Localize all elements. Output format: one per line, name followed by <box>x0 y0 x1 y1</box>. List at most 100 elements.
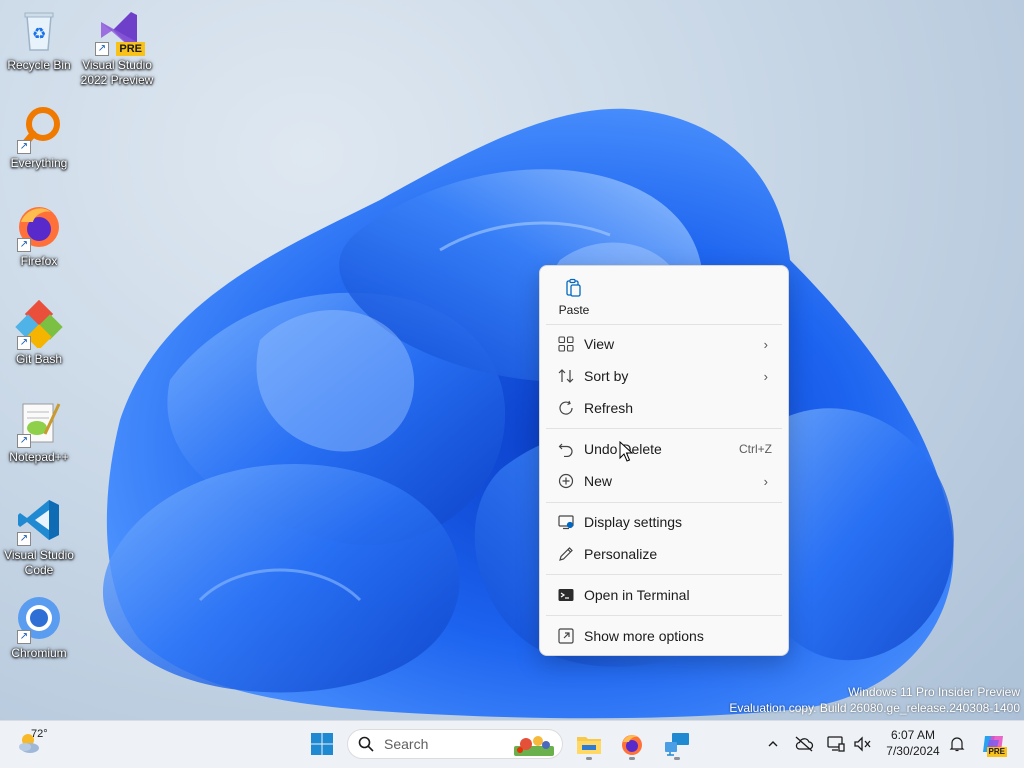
search-placeholder: Search <box>384 736 429 752</box>
git-bash-icon: ↗ <box>15 299 63 350</box>
firefox-icon <box>622 735 642 755</box>
pre-badge: PRE <box>116 42 145 56</box>
menu-item-sort-by[interactable]: Sort by › <box>544 361 784 391</box>
menu-item-view[interactable]: View › <box>544 329 784 359</box>
taskbar-firefox[interactable] <box>615 726 649 762</box>
running-indicator <box>674 757 680 760</box>
tray-onedrive[interactable] <box>792 726 816 762</box>
shortcut-arrow-icon: ↗ <box>17 532 31 546</box>
desktop-icon-label: Everything <box>10 156 68 170</box>
more-options-icon <box>544 628 584 644</box>
chevron-right-icon: › <box>763 368 768 384</box>
taskbar-clock[interactable]: 6:07 AM 7/30/2024 <box>880 727 946 759</box>
tray-sound[interactable] <box>850 726 874 762</box>
chevron-right-icon: › <box>763 336 768 352</box>
menu-item-undo-delete[interactable]: Undo Delete Ctrl+Z <box>544 434 784 464</box>
running-indicator <box>586 757 592 760</box>
file-explorer-icon <box>577 737 601 754</box>
menu-item-label: Display settings <box>584 514 683 530</box>
desktop-icon-recycle-bin[interactable]: ♻ Recycle Bin <box>0 6 78 73</box>
chromium-icon: ↗ <box>15 594 63 644</box>
menu-separator <box>546 502 782 503</box>
menu-item-label: Refresh <box>584 400 634 416</box>
desktop-icon-label: Chromium <box>11 646 67 660</box>
menu-item-label: Personalize <box>584 546 658 562</box>
bell-icon <box>949 737 965 752</box>
desktop-icon-notepad-plus-plus[interactable]: ↗ Notepad++ <box>0 398 78 465</box>
desktop-icon-vscode[interactable]: ↗ Visual Studio Code <box>0 496 78 578</box>
paste-icon <box>566 278 581 297</box>
start-button[interactable] <box>306 726 338 762</box>
menu-item-display-settings[interactable]: Display settings <box>544 507 784 537</box>
desktop-icon-everything[interactable]: ↗ Everything <box>0 104 78 171</box>
weather-temperature: 72° <box>31 728 48 740</box>
menu-item-show-more-options[interactable]: Show more options <box>544 621 784 651</box>
desktop-icon-chromium[interactable]: ↗ Chromium <box>0 594 78 661</box>
taskbar-search-box[interactable]: Search <box>347 729 563 759</box>
recycle-bin-icon: ♻ <box>15 6 63 54</box>
shortcut-arrow-icon: ↗ <box>17 238 31 252</box>
menu-item-refresh[interactable]: Refresh <box>544 393 784 423</box>
everything-search-icon: ↗ <box>15 104 63 154</box>
watermark-line-2: Evaluation copy. Build 26080.ge_release.… <box>729 701 1020 715</box>
menu-item-new[interactable]: New › <box>544 466 784 496</box>
shortcut-arrow-icon: ↗ <box>17 630 31 644</box>
taskbar-file-explorer[interactable] <box>572 726 606 762</box>
desktop-icon-label: Visual Studio 2022 Preview <box>80 58 154 87</box>
shortcut-arrow-icon: ↗ <box>17 434 31 448</box>
menu-separator <box>546 574 782 575</box>
start-icon <box>311 733 333 755</box>
clock-time: 6:07 AM <box>890 728 936 742</box>
desktop[interactable]: ♻ Recycle Bin PRE ↗ Visual Studio 2022 P… <box>0 0 1024 720</box>
pre-badge: PRE <box>986 747 1007 757</box>
running-indicator <box>629 757 635 760</box>
terminal-icon <box>544 587 584 603</box>
menu-separator <box>546 615 782 616</box>
sort-icon <box>544 368 584 384</box>
search-highlight-icon <box>514 736 554 756</box>
vscode-icon: ↗ <box>15 496 63 546</box>
paste-button[interactable]: Paste <box>552 276 596 324</box>
show-hidden-icons-button[interactable] <box>762 726 784 762</box>
menu-item-label: Undo Delete <box>584 441 662 457</box>
desktop-icon-label: Recycle Bin <box>7 58 71 72</box>
desktop-icon-label: Notepad++ <box>9 450 69 464</box>
desktop-context-menu: Paste View › Sort by › Refresh Undo Dele… <box>539 265 789 656</box>
network-icon <box>827 736 845 752</box>
menu-item-label: New <box>584 473 613 489</box>
display-settings-icon <box>544 514 584 530</box>
chevron-right-icon: › <box>763 473 768 489</box>
wallpaper-bloom <box>102 108 954 719</box>
visual-studio-icon: PRE ↗ <box>93 6 145 56</box>
desktop-icon-label: Git Bash <box>15 352 63 366</box>
evaluation-watermark: Windows 11 Pro Insider Preview Evaluatio… <box>729 684 1020 716</box>
paste-label: Paste <box>558 303 590 317</box>
mouse-cursor-icon <box>619 441 633 462</box>
taskbar-remote-desktop[interactable] <box>660 726 694 762</box>
tray-network[interactable] <box>824 726 848 762</box>
new-plus-icon <box>544 473 584 489</box>
copilot-button[interactable]: PRE <box>978 726 1008 762</box>
menu-separator <box>546 428 782 429</box>
shortcut-arrow-icon: ↗ <box>17 140 31 154</box>
refresh-icon <box>544 400 584 416</box>
desktop-icon-label: Visual Studio Code <box>4 548 74 577</box>
pen-icon <box>544 546 584 562</box>
menu-item-shortcut: Ctrl+Z <box>739 442 772 456</box>
menu-item-personalize[interactable]: Personalize <box>544 539 784 569</box>
desktop-icon-git-bash[interactable]: ↗ Git Bash <box>0 299 78 367</box>
menu-item-open-in-terminal[interactable]: Open in Terminal <box>544 580 784 610</box>
notifications-button[interactable] <box>946 726 968 762</box>
watermark-line-1: Windows 11 Pro Insider Preview <box>848 685 1020 699</box>
grid-view-icon <box>544 336 584 352</box>
notepad-plus-plus-icon: ↗ <box>15 398 63 448</box>
clock-date: 7/30/2024 <box>886 744 940 758</box>
menu-item-label: Sort by <box>584 368 629 384</box>
speaker-muted-icon <box>854 736 871 752</box>
shortcut-arrow-icon: ↗ <box>95 42 109 56</box>
desktop-icon-firefox[interactable]: ↗ Firefox <box>0 202 78 269</box>
shortcut-arrow-icon: ↗ <box>17 336 31 350</box>
menu-separator <box>546 324 782 325</box>
svg-text:♻: ♻ <box>32 24 46 43</box>
desktop-icon-visual-studio[interactable]: PRE ↗ Visual Studio 2022 Preview <box>78 6 156 88</box>
